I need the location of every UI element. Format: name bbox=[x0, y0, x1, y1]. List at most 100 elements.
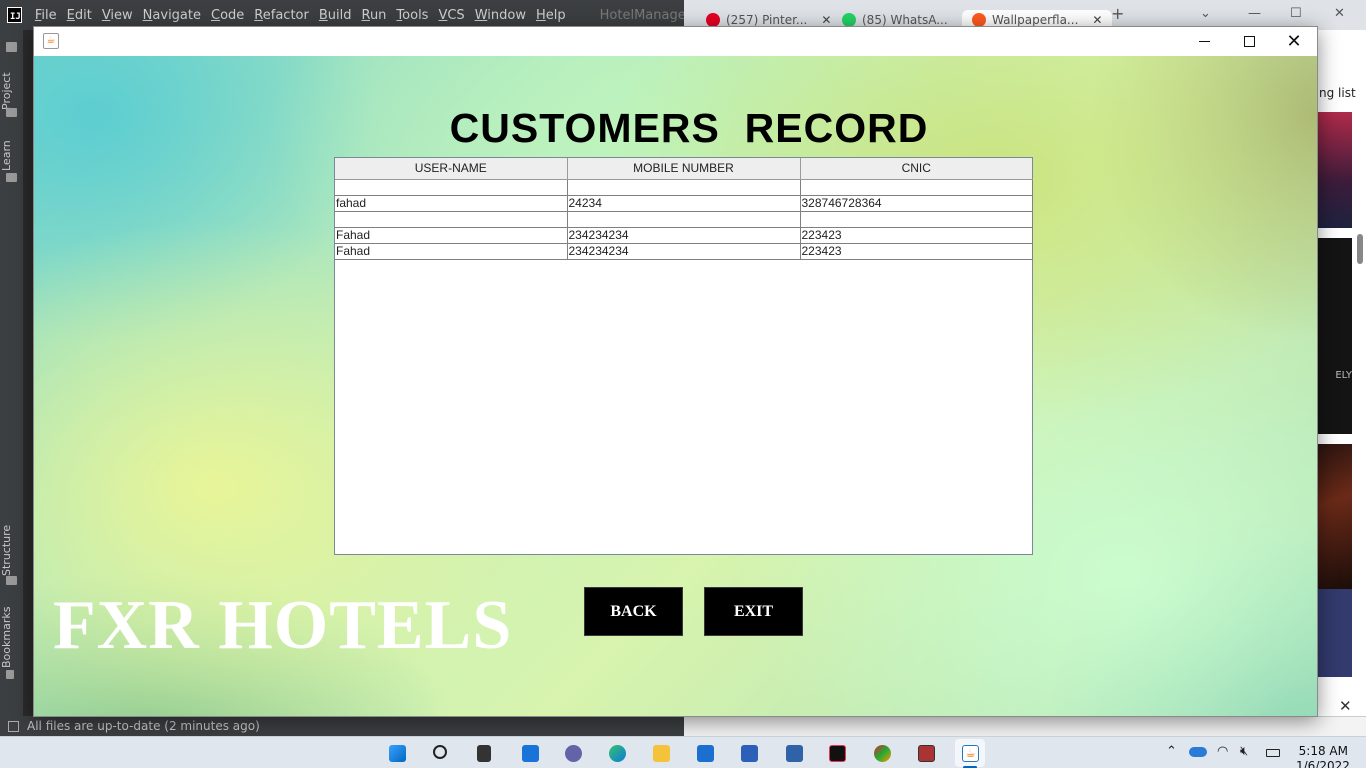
cell-username[interactable]: Fahad bbox=[335, 243, 568, 260]
menu-view[interactable]: View bbox=[98, 8, 137, 23]
status-toggle-icon[interactable] bbox=[8, 720, 19, 732]
menu-vcs[interactable]: VCS bbox=[434, 8, 468, 23]
start-icon[interactable] bbox=[389, 745, 406, 762]
tab-close-icon[interactable]: ✕ bbox=[821, 13, 831, 27]
mail-icon[interactable] bbox=[697, 745, 714, 762]
cell-mobile[interactable] bbox=[567, 179, 801, 196]
wallpaper-thumbnail[interactable] bbox=[1316, 589, 1352, 677]
cell-username[interactable] bbox=[335, 179, 568, 196]
new-tab-button[interactable]: + bbox=[1111, 4, 1124, 23]
cell-cnic[interactable] bbox=[800, 179, 1033, 196]
clock-date: 1/6/2022 bbox=[1296, 759, 1350, 768]
menu-tools[interactable]: Tools bbox=[392, 8, 432, 23]
menu-navigate[interactable]: Navigate bbox=[139, 8, 205, 23]
table-row[interactable]: fahad 24234 328746728364 bbox=[335, 195, 1033, 212]
cell-username[interactable]: Fahad bbox=[335, 227, 568, 244]
cell-mobile[interactable]: 234234234 bbox=[567, 227, 801, 244]
browser-close-icon[interactable]: ✕ bbox=[1334, 6, 1345, 21]
cell-cnic[interactable]: 223423 bbox=[800, 227, 1033, 244]
wallpaper-thumbnail[interactable]: ELY bbox=[1316, 238, 1352, 434]
cell-username[interactable] bbox=[335, 211, 568, 228]
cell-cnic[interactable]: 328746728364 bbox=[800, 195, 1033, 212]
wifi-icon[interactable]: ◠ bbox=[1217, 744, 1228, 759]
customers-table-scrollpane[interactable]: USER-NAME MOBILE NUMBER CNIC fahad 24234 bbox=[334, 157, 1033, 555]
window-titlebar[interactable]: ☕ ✕ bbox=[34, 27, 1317, 56]
battery-icon[interactable] bbox=[1266, 749, 1280, 757]
tool-tab-bookmarks[interactable]: Bookmarks bbox=[0, 607, 24, 668]
tool-tab-learn[interactable]: Learn bbox=[0, 136, 24, 176]
volume-muted-icon[interactable]: 🔇︎ bbox=[1240, 744, 1248, 759]
maximize-icon bbox=[1243, 36, 1255, 47]
intellij-logo-icon[interactable]: IJ bbox=[7, 7, 22, 23]
close-button[interactable]: ✕ bbox=[1271, 27, 1317, 56]
column-header-mobile[interactable]: MOBILE NUMBER bbox=[567, 158, 801, 180]
table-row[interactable] bbox=[335, 211, 1033, 228]
menu-help[interactable]: Help bbox=[532, 8, 570, 23]
maximize-button[interactable] bbox=[1226, 27, 1272, 56]
wallpaper-thumbnail[interactable] bbox=[1316, 112, 1352, 228]
bookmark-icon bbox=[6, 670, 14, 679]
table-row[interactable]: Fahad 234234234 223423 bbox=[335, 227, 1033, 244]
tray-overflow-chevron-icon[interactable]: ⌃ bbox=[1166, 744, 1177, 759]
column-header-username[interactable]: USER-NAME bbox=[335, 158, 568, 180]
browser-panel-close-icon[interactable]: ✕ bbox=[1339, 697, 1352, 715]
task-view-icon[interactable] bbox=[477, 745, 491, 762]
tool-tab-structure[interactable]: Structure bbox=[0, 520, 24, 580]
minimize-icon bbox=[1198, 40, 1210, 43]
menu-run[interactable]: Run bbox=[357, 8, 390, 23]
learn-icon bbox=[6, 173, 17, 182]
menu-build[interactable]: Build bbox=[315, 8, 356, 23]
whatsapp-icon bbox=[842, 13, 856, 27]
browser-maximize-icon[interactable]: ☐ bbox=[1290, 6, 1302, 21]
exit-button[interactable]: EXIT bbox=[704, 587, 803, 636]
java-icon: ☕ bbox=[43, 33, 59, 49]
taskbar-clock[interactable]: 5:18 AM 1/6/2022 bbox=[1296, 744, 1350, 768]
browser-scrollbar-thumb[interactable] bbox=[1357, 234, 1363, 264]
browser-bottom-bar bbox=[684, 716, 1366, 736]
cell-mobile[interactable] bbox=[567, 211, 801, 228]
browser-minimize-icon[interactable]: — bbox=[1248, 6, 1261, 21]
menu-file[interactable]: File bbox=[31, 8, 61, 23]
cell-mobile[interactable]: 24234 bbox=[567, 195, 801, 212]
reading-list-label[interactable]: ng list bbox=[1319, 86, 1356, 100]
app-content-panel: CUSTOMERS RECORD USER-NAME MOBILE NUMBER… bbox=[34, 56, 1317, 716]
column-header-cnic[interactable]: CNIC bbox=[800, 158, 1032, 180]
table-header-row: USER-NAME MOBILE NUMBER CNIC bbox=[335, 158, 1032, 180]
customers-table[interactable]: USER-NAME MOBILE NUMBER CNIC fahad 24234 bbox=[335, 158, 1033, 260]
menu-refactor[interactable]: Refactor bbox=[250, 8, 313, 23]
winrar-icon[interactable] bbox=[918, 745, 935, 762]
folder-icon[interactable] bbox=[6, 42, 17, 52]
page-title: CUSTOMERS RECORD bbox=[449, 105, 929, 151]
menu-window[interactable]: Window bbox=[471, 8, 530, 23]
word-icon[interactable] bbox=[786, 745, 803, 762]
pinterest-icon bbox=[706, 13, 720, 27]
table-row[interactable]: Fahad 234234234 223423 bbox=[335, 243, 1033, 260]
browser-tab-label: Wallpaperfla... bbox=[992, 13, 1079, 27]
back-button[interactable]: BACK bbox=[584, 587, 683, 636]
cell-mobile[interactable]: 234234234 bbox=[567, 243, 801, 260]
file-explorer-icon[interactable] bbox=[653, 745, 670, 762]
intellij-taskbar-icon[interactable] bbox=[829, 745, 846, 762]
cell-cnic[interactable] bbox=[800, 211, 1033, 228]
teams-chat-icon[interactable] bbox=[565, 745, 582, 762]
search-icon[interactable] bbox=[433, 745, 447, 759]
cell-username[interactable]: fahad bbox=[335, 195, 568, 212]
menu-edit[interactable]: Edit bbox=[63, 8, 96, 23]
cell-cnic[interactable]: 223423 bbox=[800, 243, 1033, 260]
widgets-icon[interactable] bbox=[522, 745, 539, 762]
ide-tool-sidebar: Project Learn Structure Bookmarks bbox=[0, 30, 24, 716]
tab-close-icon[interactable]: ✕ bbox=[1092, 13, 1102, 27]
tab-list-chevron-icon[interactable]: ⌄ bbox=[1200, 6, 1211, 21]
table-row[interactable] bbox=[335, 179, 1033, 196]
minimize-button[interactable] bbox=[1181, 27, 1227, 56]
browser-tab-label: (257) Pinter... bbox=[726, 13, 808, 27]
menu-code[interactable]: Code bbox=[207, 8, 248, 23]
onedrive-icon[interactable] bbox=[1189, 747, 1207, 757]
edge-icon[interactable] bbox=[609, 745, 626, 762]
chrome-icon[interactable] bbox=[874, 745, 891, 762]
hotel-brand-title: FXR HOTELS bbox=[53, 587, 513, 664]
clock-time: 5:18 AM bbox=[1298, 744, 1348, 758]
store-icon[interactable] bbox=[741, 745, 758, 762]
wallpaper-thumbnail[interactable] bbox=[1316, 444, 1352, 589]
java-taskbar-icon[interactable]: ☕ bbox=[962, 745, 979, 762]
